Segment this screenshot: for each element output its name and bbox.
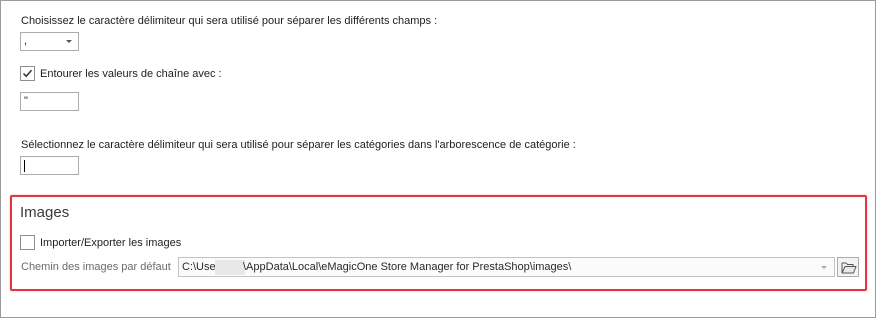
images-path-label: Chemin des images par défaut <box>21 261 171 273</box>
chevron-down-icon[interactable] <box>66 40 72 43</box>
category-delimiter-label: Sélectionnez le caractère délimiteur qui… <box>21 139 576 151</box>
chevron-down-icon[interactable] <box>821 266 827 269</box>
enclose-char-input[interactable]: " <box>20 92 79 111</box>
images-path-suffix: \AppData\Local\eMagicOne Store Manager f… <box>243 261 572 273</box>
field-delimiter-value: , <box>24 35 28 47</box>
images-section-title: Images <box>20 204 70 221</box>
text-cursor <box>24 160 25 172</box>
enclose-strings-checkbox[interactable] <box>20 66 35 81</box>
field-delimiter-select[interactable]: , <box>20 32 79 51</box>
field-delimiter-label: Choisissez le caractère délimiteur qui s… <box>21 15 438 27</box>
folder-open-icon <box>841 262 857 274</box>
import-export-images-label: Importer/Exporter les images <box>40 237 182 249</box>
images-path-input[interactable]: C:\Users\ \AppData\Local\eMagicOne Store… <box>178 257 835 277</box>
enclose-char-value: " <box>24 95 28 107</box>
settings-panel: Choisissez le caractère délimiteur qui s… <box>0 0 876 318</box>
redacted-username <box>215 260 245 275</box>
category-delimiter-input[interactable] <box>20 156 79 175</box>
import-export-images-checkbox[interactable] <box>20 235 35 250</box>
browse-folder-button[interactable] <box>837 257 859 277</box>
enclose-strings-label: Entourer les valeurs de chaîne avec : <box>40 68 222 80</box>
checkmark-icon <box>22 69 33 78</box>
